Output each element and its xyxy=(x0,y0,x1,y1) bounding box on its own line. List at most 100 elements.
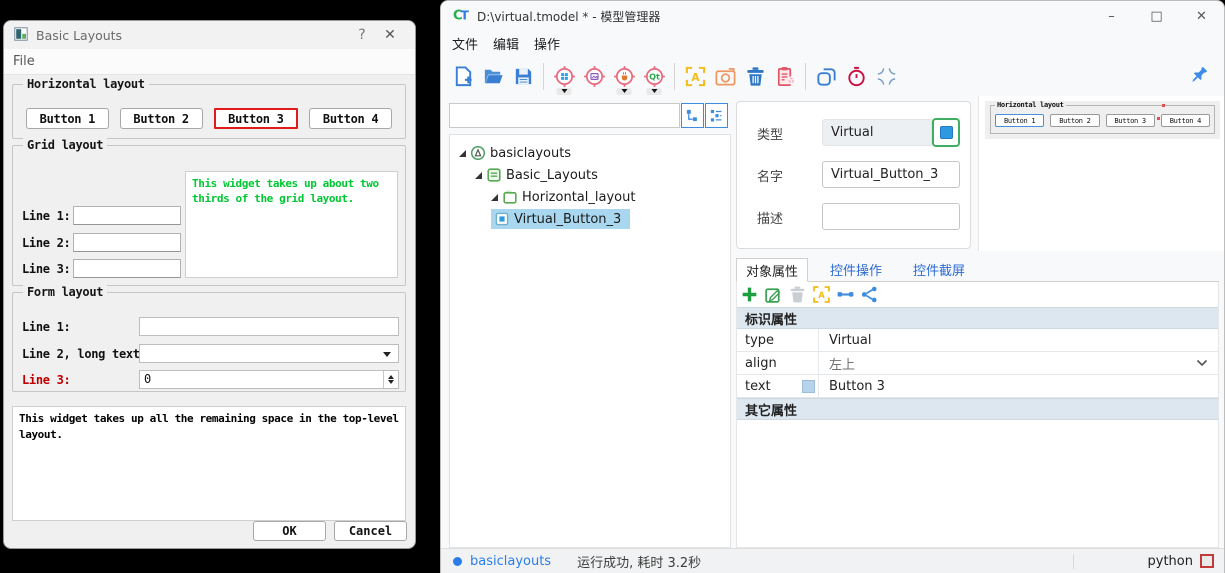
camera-icon[interactable] xyxy=(710,60,740,94)
maximize-button[interactable]: □ xyxy=(1134,1,1179,31)
grid-note-textarea[interactable]: This widget takes up about two thirds of… xyxy=(185,171,398,278)
property-panel: A 标识属性 type Virtual align 左上 text Button… xyxy=(736,282,1219,548)
open-folder-icon[interactable] xyxy=(478,60,508,94)
minimize-button[interactable]: – xyxy=(1089,1,1134,31)
chevron-down-icon[interactable] xyxy=(1196,356,1208,371)
right-titlebar[interactable]: CT D:\virtual.tmodel * - 模型管理器 – □ ✕ xyxy=(441,1,1224,31)
spin-down-icon[interactable] xyxy=(388,380,394,387)
tab-object-properties[interactable]: 对象属性 xyxy=(736,258,808,282)
object-form-panel: 类型 Virtual 名字 Virtual_Button_3 描述 xyxy=(736,101,971,249)
menu-wenjian[interactable]: 文件 xyxy=(452,34,478,53)
line2-input[interactable] xyxy=(73,233,181,252)
locate-image-icon[interactable] xyxy=(579,60,609,94)
anchor-link-icon[interactable] xyxy=(836,285,855,304)
line3-input[interactable] xyxy=(73,259,181,278)
dropdown-arrow-icon[interactable] xyxy=(557,88,572,95)
locate-windows-icon[interactable] xyxy=(549,60,579,94)
property-row-align[interactable]: align 左上 xyxy=(737,352,1218,375)
tree-node-label: Basic_Layouts xyxy=(506,168,598,183)
save-icon[interactable] xyxy=(508,60,538,94)
link-icon[interactable] xyxy=(811,60,841,94)
preview-button-1: Button 1 xyxy=(995,114,1044,127)
cancel-button[interactable]: Cancel xyxy=(334,521,407,541)
close-icon[interactable]: ✕ xyxy=(375,27,405,43)
layout-node-icon xyxy=(502,189,518,205)
preview-screenshot: Horizontal layout Button 1 Button 2 Butt… xyxy=(985,101,1220,139)
record-indicator[interactable] xyxy=(1200,554,1214,568)
locate-qt-icon[interactable]: Qt xyxy=(639,60,669,94)
ok-button[interactable]: OK xyxy=(253,521,326,541)
tree-search-input[interactable] xyxy=(449,103,680,128)
spread-icon[interactable] xyxy=(871,60,901,94)
menu-file[interactable]: File xyxy=(13,54,35,69)
spin-value: 0 xyxy=(144,372,151,386)
button-1[interactable]: Button 1 xyxy=(26,108,109,129)
paste-model-icon[interactable] xyxy=(770,60,800,94)
desc-input[interactable] xyxy=(822,203,960,230)
expander-icon[interactable] xyxy=(488,194,501,201)
button-4[interactable]: Button 4 xyxy=(309,108,392,129)
tree-node-basiclayouts[interactable]: basiclayouts xyxy=(450,142,730,164)
status-bar: basiclayouts 运行成功, 耗时 3.2秒 python xyxy=(441,548,1224,573)
bottom-note-textarea[interactable]: This widget takes up all the remaining s… xyxy=(12,406,406,521)
capture-region-icon[interactable]: A xyxy=(680,60,710,94)
status-project[interactable]: basiclayouts xyxy=(470,554,551,569)
help-button[interactable]: ? xyxy=(349,27,375,43)
type-field: Virtual xyxy=(822,119,932,146)
grid-layout-group: Grid layout Line 1: Line 2: Line 3: This… xyxy=(12,145,406,286)
form-node-icon xyxy=(486,167,502,183)
ct-logo-icon: CT xyxy=(453,7,470,26)
new-file-icon[interactable] xyxy=(448,60,478,94)
status-divider xyxy=(1073,554,1074,569)
share-icon[interactable] xyxy=(860,285,879,304)
button-2[interactable]: Button 2 xyxy=(120,108,203,129)
locate-java-icon[interactable] xyxy=(609,60,639,94)
tree-expand-button[interactable] xyxy=(705,103,728,128)
horizontal-buttons-row: Button 1 Button 2 Button 3 Button 4 xyxy=(26,108,392,129)
selected-tree-node[interactable]: Virtual_Button_3 xyxy=(491,209,630,229)
svg-text:A: A xyxy=(691,72,700,84)
delete-icon[interactable] xyxy=(740,60,770,94)
property-row-text[interactable]: text Button 3 xyxy=(737,375,1218,398)
dropdown-arrow-icon[interactable] xyxy=(647,88,662,95)
dropdown-arrow-icon[interactable] xyxy=(617,88,632,95)
edit-property-icon[interactable] xyxy=(764,285,783,304)
form-line2-combobox[interactable] xyxy=(139,344,399,363)
property-group-header: 其它属性 xyxy=(737,398,1218,420)
left-titlebar[interactable]: Basic Layouts ? ✕ xyxy=(4,21,415,49)
menu-bianji[interactable]: 编辑 xyxy=(493,34,519,53)
property-row-type[interactable]: type Virtual xyxy=(737,329,1218,352)
tree-node-label: basiclayouts xyxy=(490,146,571,161)
tab-control-screenshot[interactable]: 控件截屏 xyxy=(904,258,974,281)
tree-node-horizontal-layout[interactable]: Horizontal_layout xyxy=(450,186,730,208)
spin-buttons[interactable] xyxy=(383,371,398,388)
line1-input[interactable] xyxy=(73,206,181,225)
close-button[interactable]: ✕ xyxy=(1179,1,1224,31)
form-line3-spinbox[interactable]: 0 xyxy=(139,370,399,389)
tree-node-virtual-button-3[interactable]: Virtual_Button_3 xyxy=(450,208,730,230)
add-property-icon[interactable] xyxy=(740,285,759,304)
type-label: 类型 xyxy=(757,124,783,143)
capture-property-icon[interactable]: A xyxy=(812,285,831,304)
property-toolbar: A xyxy=(737,282,1218,307)
button-3-highlighted[interactable]: Button 3 xyxy=(214,108,299,129)
expander-icon[interactable] xyxy=(472,172,485,179)
preview-button-2: Button 2 xyxy=(1050,114,1099,127)
delete-property-icon xyxy=(788,285,807,304)
type-picker-button[interactable] xyxy=(932,118,960,147)
horizontal-layout-group: Horizontal layout Button 1 Button 2 Butt… xyxy=(12,84,406,139)
group-title: Horizontal layout xyxy=(23,77,149,91)
expander-icon[interactable] xyxy=(456,150,469,157)
tree-collapse-button[interactable] xyxy=(681,103,704,128)
form-line1-label: Line 1: xyxy=(22,320,70,334)
timer-icon[interactable] xyxy=(841,60,871,94)
svg-text:T: T xyxy=(461,8,470,22)
pin-icon[interactable] xyxy=(1187,63,1211,91)
spin-up-icon[interactable] xyxy=(388,372,394,379)
tree-node-basic-layouts[interactable]: Basic_Layouts xyxy=(450,164,730,186)
name-input[interactable]: Virtual_Button_3 xyxy=(822,161,960,188)
form-line1-input[interactable] xyxy=(139,317,399,336)
tab-control-operations[interactable]: 控件操作 xyxy=(821,258,891,281)
menu-caozuo[interactable]: 操作 xyxy=(534,34,560,53)
toolbar-separator xyxy=(674,63,675,90)
